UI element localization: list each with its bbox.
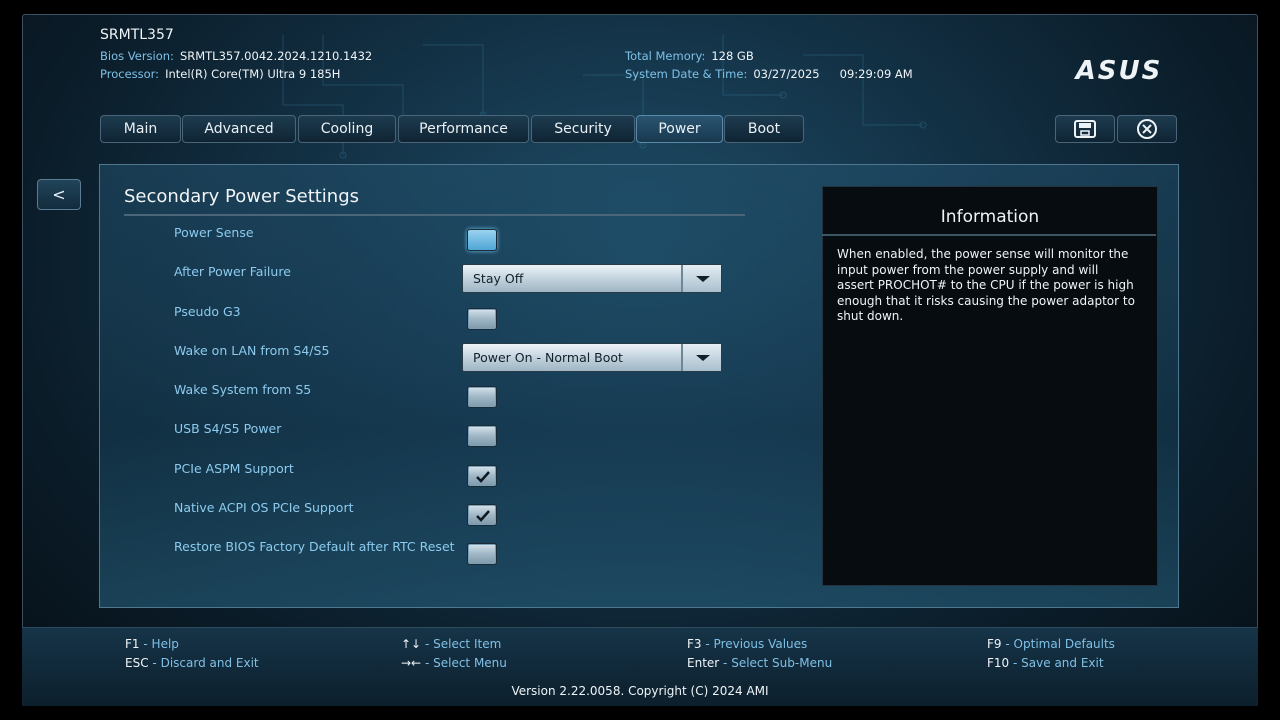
tab-main[interactable]: Main — [100, 115, 181, 143]
after-power-failure-value: Stay Off — [473, 271, 524, 286]
hint-separator: - — [723, 656, 728, 670]
hint-desc: Discard and Exit — [160, 656, 259, 670]
hint-separator: - — [1005, 637, 1010, 651]
information-panel: Information — [822, 186, 1158, 586]
information-title: Information — [940, 207, 1040, 227]
wake-on-lan-label: Wake on LAN from S4/S5 — [174, 343, 330, 358]
processor-label: Processor: — [100, 67, 160, 81]
usb-s4-s5-power-label: USB S4/S5 Power — [174, 421, 282, 436]
tab-security[interactable]: Security — [531, 115, 635, 143]
wake-on-lan-dropdown[interactable]: Power On - Normal Boot — [462, 343, 722, 372]
system-model: SRMTL357 — [100, 27, 174, 43]
pcie-aspm-checkbox[interactable] — [467, 465, 497, 487]
hint-key: F1 — [125, 637, 140, 651]
bios-version-line: Bios Version: SRMTL357.0042.2024.1210.143… — [100, 49, 372, 63]
hint-select-submenu: Enter - Select Sub-Menu — [687, 656, 832, 670]
section-divider — [124, 214, 745, 216]
hint-key: →← — [401, 656, 422, 670]
hint-separator: - — [143, 637, 148, 651]
hint-key: F10 — [987, 656, 1010, 670]
tab-performance[interactable]: Performance — [398, 115, 529, 143]
hint-key: F9 — [987, 637, 1002, 651]
hint-separator: - — [424, 656, 430, 670]
hint-desc: Optimal Defaults — [1013, 637, 1115, 651]
wake-system-s5-label: Wake System from S5 — [174, 382, 312, 397]
checkmark-icon — [476, 510, 490, 522]
tab-advanced[interactable]: Advanced — [182, 115, 296, 143]
native-acpi-pcie-label: Native ACPI OS PCIe Support — [174, 500, 354, 515]
bios-version-label: Bios Version: — [100, 49, 174, 63]
total-memory-label: Total Memory: — [625, 49, 706, 63]
dropdown-toggle[interactable] — [681, 265, 721, 292]
wake-system-s5-checkbox[interactable] — [467, 386, 497, 408]
power-sense-label: Power Sense — [174, 225, 254, 240]
logo-text: ASUS — [1074, 58, 1163, 82]
power-sense-checkbox[interactable] — [467, 229, 497, 251]
processor-value: Intel(R) Core(TM) Ultra 9 185H — [165, 67, 341, 81]
datetime-label: System Date & Time: — [625, 67, 748, 81]
hint-optimal-defaults: F9 - Optimal Defaults — [987, 637, 1115, 651]
bios-version-value: SRMTL357.0042.2024.1210.1432 — [179, 49, 373, 63]
hint-separator: - — [1013, 656, 1018, 670]
hint-help: F1 - Help — [125, 637, 179, 651]
after-power-failure-dropdown[interactable]: Stay Off — [462, 264, 722, 293]
tab-power[interactable]: Power — [636, 115, 723, 143]
chevron-down-icon — [696, 355, 710, 361]
asus-logo: ASUS — [1074, 58, 1163, 82]
hint-desc: Select Menu — [433, 656, 507, 670]
information-text: When enabled, the power sense will monit… — [837, 247, 1135, 323]
hint-key: ESC — [125, 656, 149, 670]
pseudo-g3-checkbox[interactable] — [467, 308, 497, 330]
system-date: 03/27/2025 — [753, 67, 820, 81]
back-button[interactable]: < — [37, 179, 81, 210]
total-memory-value: 128 GB — [711, 49, 754, 63]
save-icon — [1074, 120, 1096, 138]
hint-separator: - — [152, 656, 157, 670]
pseudo-g3-label: Pseudo G3 — [174, 304, 241, 319]
hint-separator: - — [424, 637, 430, 651]
version-text: Version 2.22.0058. Copyright (C) 2024 AM… — [511, 684, 769, 698]
hint-key: Enter — [687, 656, 720, 670]
hint-select-menu: →← - Select Menu — [401, 656, 507, 670]
section-title: Secondary Power Settings — [124, 186, 360, 207]
hint-separator: - — [705, 637, 710, 651]
hint-discard-exit: ESC - Discard and Exit — [125, 656, 259, 670]
usb-s4-s5-power-checkbox[interactable] — [467, 425, 497, 447]
dropdown-toggle[interactable] — [681, 344, 721, 371]
chevron-down-icon — [696, 276, 710, 282]
hint-select-item: ↑↓ - Select Item — [401, 637, 501, 651]
tab-cooling[interactable]: Cooling — [298, 115, 396, 143]
restore-bios-default-checkbox[interactable] — [467, 543, 497, 565]
hint-desc: Select Sub-Menu — [731, 656, 833, 670]
system-time: 09:29:09 AM — [839, 67, 913, 81]
hint-desc: Help — [151, 637, 179, 651]
hint-key: ↑↓ — [401, 637, 422, 651]
hint-save-exit: F10 - Save and Exit — [987, 656, 1104, 670]
after-power-failure-label: After Power Failure — [174, 264, 291, 279]
checkmark-icon — [476, 471, 490, 483]
processor-line: Processor: Intel(R) Core(TM) Ultra 9 185H — [100, 67, 340, 81]
hint-key: F3 — [687, 637, 702, 651]
hint-previous-values: F3 - Previous Values — [687, 637, 807, 651]
native-acpi-pcie-checkbox[interactable] — [467, 504, 497, 526]
exit-button[interactable] — [1117, 115, 1177, 143]
tab-boot[interactable]: Boot — [724, 115, 804, 143]
restore-bios-default-label: Restore BIOS Factory Default after RTC R… — [174, 539, 455, 554]
system-datetime-line: System Date & Time: 03/27/2025 09:29:09 AM — [625, 67, 913, 81]
wake-on-lan-value: Power On - Normal Boot — [473, 350, 623, 365]
hint-desc: Select Item — [433, 637, 502, 651]
hint-desc: Save and Exit — [1021, 656, 1104, 670]
save-button[interactable] — [1055, 115, 1115, 143]
close-circle-icon — [1137, 119, 1157, 139]
pcie-aspm-label: PCIe ASPM Support — [174, 461, 294, 476]
information-divider — [822, 234, 1156, 236]
hint-desc: Previous Values — [713, 637, 808, 651]
total-memory-line: Total Memory: 128 GB — [625, 49, 754, 63]
